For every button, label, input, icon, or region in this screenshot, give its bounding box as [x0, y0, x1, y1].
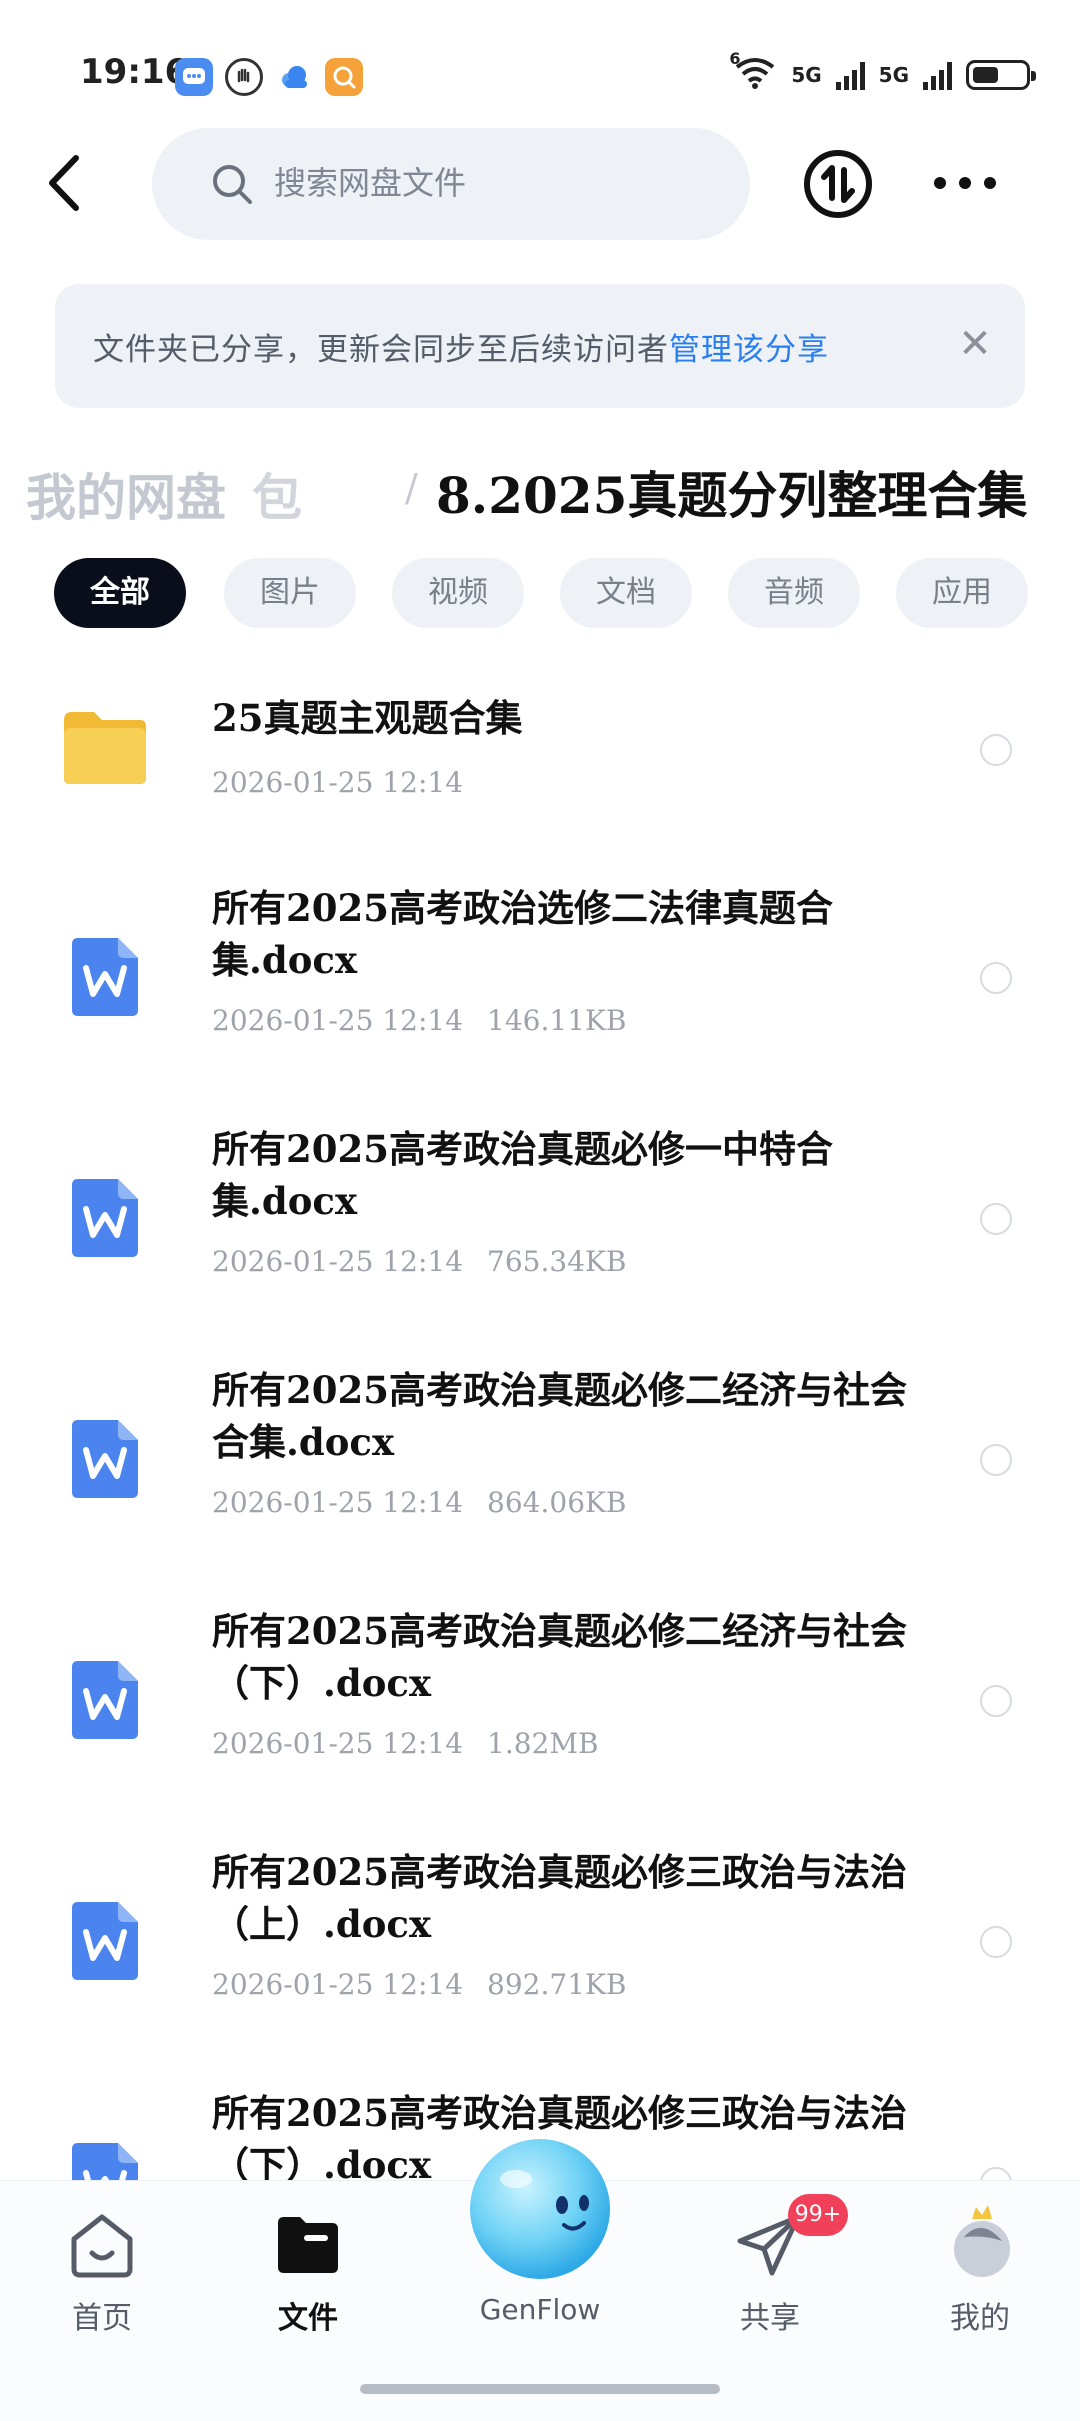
search-box[interactable]	[152, 128, 750, 240]
close-icon[interactable]: ✕	[953, 322, 997, 366]
file-meta: 2026-01-25 12:14 765.34KB	[212, 1245, 627, 1278]
select-radio[interactable]	[980, 1926, 1012, 1958]
file-name: 所有2025高考政治选修二法律真题合集.docx	[212, 886, 833, 982]
word-doc-icon	[72, 1902, 138, 1980]
search-icon	[213, 165, 252, 204]
home-indicator[interactable]	[360, 2384, 720, 2394]
cloud-icon	[275, 58, 313, 96]
file-date: 2026-01-25 12:14	[212, 1245, 464, 1278]
signal2-icon	[923, 60, 952, 90]
search-app-icon	[325, 58, 363, 96]
breadcrumb-separator: /	[405, 466, 418, 510]
file-name: 25真题主观题合集	[212, 696, 523, 740]
search-input[interactable]	[274, 158, 714, 208]
status-bar: 19:16 6 5G 5G	[0, 0, 1080, 140]
select-radio[interactable]	[980, 962, 1012, 994]
file-date: 2026-01-25 12:14	[212, 1004, 464, 1037]
file-name: 所有2025高考政治真题必修二经济与社会（下）.docx	[212, 1609, 907, 1705]
folder-icon	[278, 2217, 338, 2273]
file-date: 2026-01-25 12:14	[212, 1968, 464, 2001]
share-banner: 文件夹已分享，更新会同步至后续访问者管理该分享 ✕	[55, 284, 1025, 408]
battery-icon	[966, 59, 1036, 90]
file-date: 2026-01-25 12:14	[212, 766, 464, 799]
battery-level	[973, 66, 998, 83]
file-meta: 2026-01-25 12:14 864.06KB	[212, 1486, 627, 1519]
nav-files-label: 文件	[278, 2301, 338, 2336]
file-row[interactable]: 所有2025高考政治真题必修二经济与社会合集.docx 2026-01-25 1…	[0, 1364, 1080, 1604]
sim1-label: 5G	[791, 62, 822, 87]
breadcrumb-root-label: 我的网盘	[26, 468, 226, 527]
tab-images[interactable]: 图片	[224, 558, 356, 628]
banner-text: 文件夹已分享，更新会同步至后续访问者管理该分享	[93, 324, 829, 369]
file-row[interactable]: 所有2025高考政治真题必修三政治与法治（上）.docx 2026-01-25 …	[0, 1846, 1080, 2086]
chevron-left-icon	[49, 155, 79, 211]
file-name: 所有2025高考政治真题必修二经济与社会合集.docx	[212, 1368, 907, 1464]
file-size: 146.11KB	[487, 1004, 627, 1037]
select-radio[interactable]	[980, 1203, 1012, 1235]
select-radio[interactable]	[980, 1685, 1012, 1717]
wifi-icon: 6	[729, 49, 777, 94]
nav-genflow-label: GenFlow	[479, 2293, 601, 2326]
file-row[interactable]: 所有2025高考政治选修二法律真题合集.docx 2026-01-25 12:1…	[0, 882, 1080, 1122]
hand-icon	[225, 58, 263, 96]
nav-files[interactable]: 文件	[238, 2181, 378, 2361]
file-date: 2026-01-25 12:14	[212, 1486, 464, 1519]
word-doc-icon	[72, 1179, 138, 1257]
tab-apps[interactable]: 应用	[896, 558, 1028, 628]
signal1-icon	[835, 60, 865, 90]
back-button[interactable]	[40, 148, 90, 218]
manage-share-link[interactable]: 管理该分享	[669, 332, 829, 368]
word-doc-icon	[72, 1420, 138, 1498]
file-date: 2026-01-25 12:14	[212, 1727, 464, 1760]
file-name: 所有2025高考政治真题必修三政治与法治（上）.docx	[212, 1850, 907, 1946]
transfer-icon	[804, 150, 872, 218]
breadcrumb-root-tail: 包	[252, 468, 302, 527]
nav-share-label: 共享	[740, 2301, 800, 2336]
home-icon	[71, 2214, 133, 2278]
file-row[interactable]: 所有2025高考政治真题必修一中特合集.docx 2026-01-25 12:1…	[0, 1123, 1080, 1363]
nav-profile[interactable]: 我的	[910, 2181, 1050, 2361]
file-name: 所有2025高考政治真题必修一中特合集.docx	[212, 1127, 833, 1223]
file-size: 892.71KB	[487, 1968, 627, 2001]
folder-icon	[64, 712, 146, 784]
file-size: 765.34KB	[487, 1245, 627, 1278]
nav-home-label: 首页	[72, 2301, 132, 2336]
status-time: 19:16	[80, 52, 189, 92]
file-size: 864.06KB	[487, 1486, 627, 1519]
file-meta: 2026-01-25 12:14 146.11KB	[212, 1004, 627, 1037]
file-size: 1.82MB	[487, 1727, 599, 1760]
nav-profile-label: 我的	[950, 2301, 1010, 2336]
file-meta: 2026-01-25 12:14	[212, 766, 463, 799]
genflow-mascot-icon	[470, 2139, 610, 2279]
banner-message: 文件夹已分享，更新会同步至后续访问者	[93, 332, 669, 368]
breadcrumb-root[interactable]: 我的网盘包	[26, 458, 302, 530]
select-radio[interactable]	[980, 734, 1012, 766]
select-radio[interactable]	[980, 1444, 1012, 1476]
wifi-label: 6	[729, 49, 741, 68]
word-doc-icon	[72, 1661, 138, 1739]
tab-all[interactable]: 全部	[54, 558, 186, 628]
transfer-button[interactable]	[802, 148, 874, 220]
word-doc-icon	[72, 2143, 138, 2180]
file-list: 25真题主观题合集 2026-01-25 12:14 所有2025高考政治选修二…	[0, 660, 1080, 2180]
tab-videos[interactable]: 视频	[392, 558, 524, 628]
tab-audio[interactable]: 音频	[728, 558, 860, 628]
status-right-group: 6 5G 5G	[729, 49, 1036, 94]
sim2-label: 5G	[878, 62, 909, 87]
breadcrumb-current: 8.2025真题分列整理合集	[436, 466, 1028, 525]
more-button[interactable]	[930, 168, 1000, 198]
more-dots-icon	[934, 177, 996, 189]
nav-home[interactable]: 首页	[32, 2181, 172, 2361]
file-row-folder[interactable]: 25真题主观题合集 2026-01-25 12:14	[0, 660, 1080, 860]
file-row[interactable]: 所有2025高考政治真题必修二经济与社会（下）.docx 2026-01-25 …	[0, 1605, 1080, 1845]
profile-icon	[954, 2205, 1010, 2277]
share-badge: 99+	[788, 2194, 848, 2236]
chat-app-icon	[175, 58, 213, 96]
tab-documents[interactable]: 文档	[560, 558, 692, 628]
file-meta: 2026-01-25 12:14 892.71KB	[212, 1968, 627, 2001]
file-meta: 2026-01-25 12:14 1.82MB	[212, 1727, 599, 1760]
select-radio[interactable]	[980, 2167, 1012, 2180]
nav-genflow[interactable]: GenFlow	[470, 2139, 610, 2361]
word-doc-icon	[72, 938, 138, 1016]
